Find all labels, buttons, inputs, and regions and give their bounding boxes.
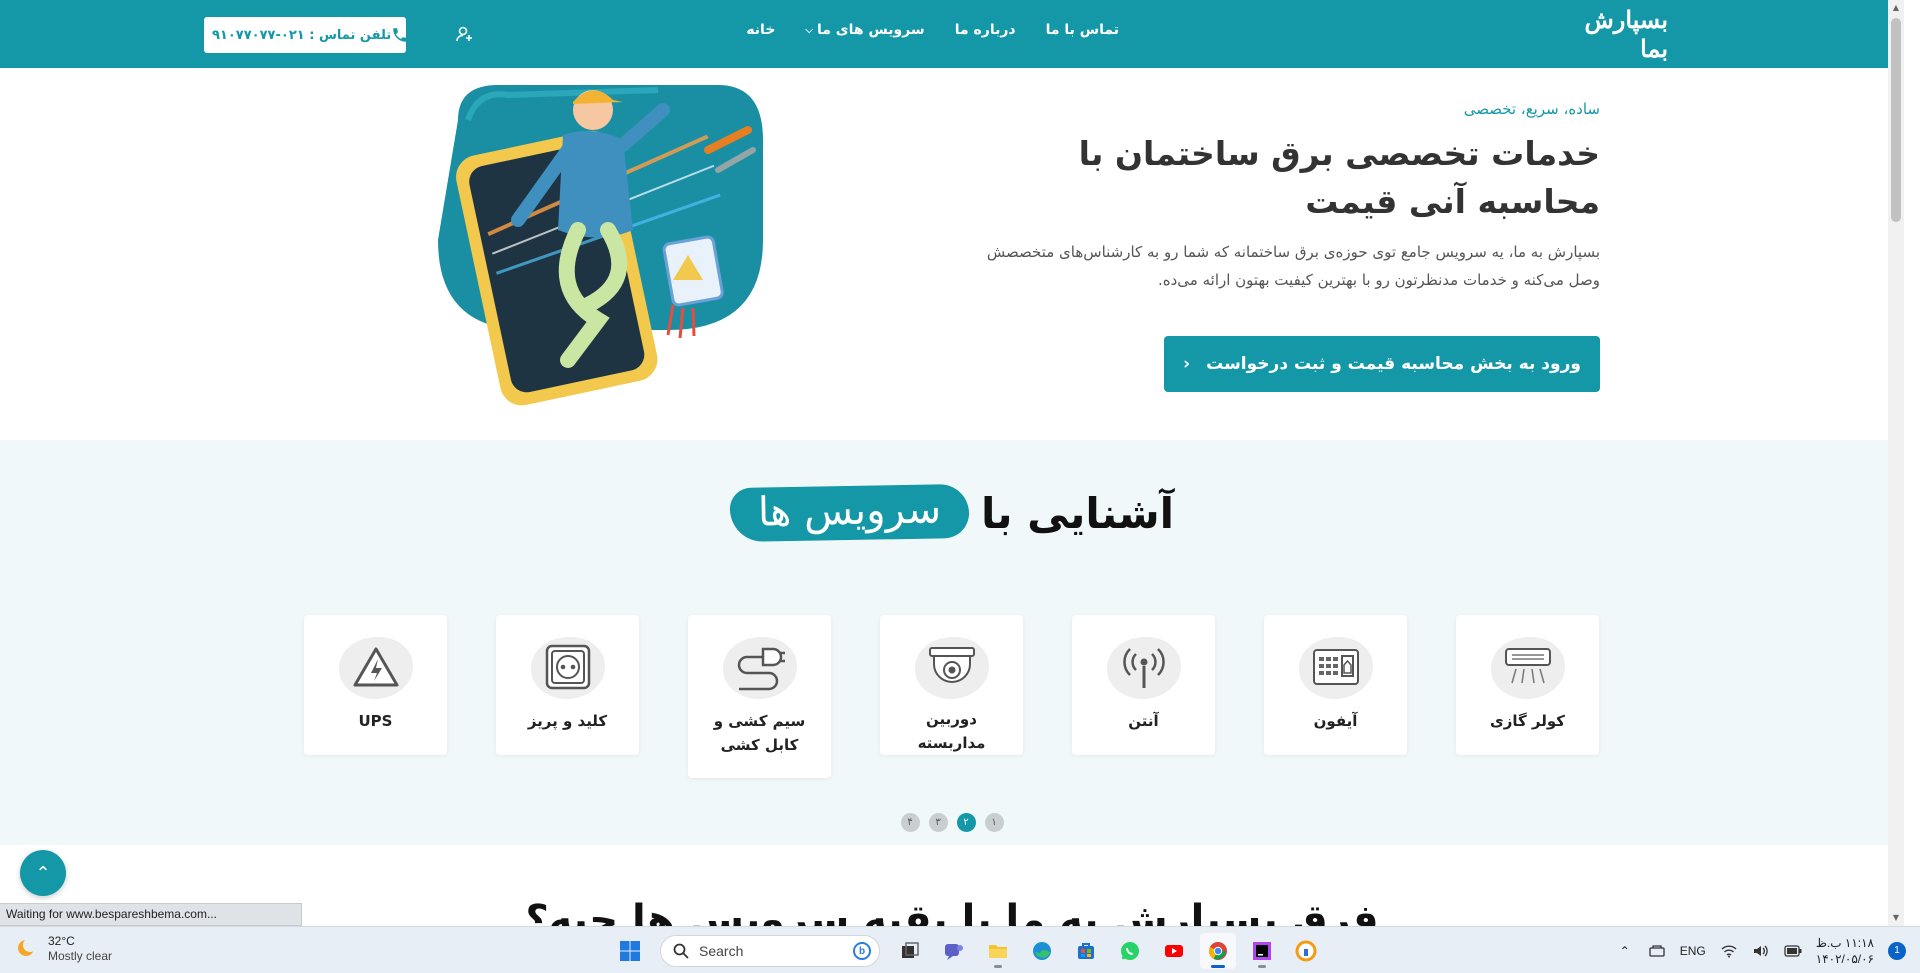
system-tray: ⌃ ENG ۱۱:۱۸ ب.ظ ۱۴۰۲/۰۵/۰۶ 1 <box>1616 927 1906 973</box>
hero-description: بسپارش به ما، یه سرویس جامع توی حوزه‌ی ب… <box>986 243 1600 289</box>
cta-label: ورود به بخش محاسبه قیمت و ثبت درخواست <box>1206 354 1581 374</box>
browser-status-bar: Waiting for www.bespareshbema.com... <box>0 903 302 926</box>
file-explorer-icon[interactable] <box>980 933 1016 969</box>
service-card[interactable]: UPS <box>304 615 447 755</box>
nav-contact[interactable]: تماس با ما <box>1046 22 1119 38</box>
windows-start-icon[interactable] <box>612 933 648 969</box>
search-placeholder: Search <box>699 943 744 959</box>
scroll-up-icon[interactable]: ▲ <box>1888 0 1904 16</box>
back-to-top-button[interactable]: ⌃ <box>20 850 66 896</box>
scroll-thumb[interactable] <box>1891 18 1901 222</box>
hero-illustration <box>418 80 808 410</box>
taskbar-clock[interactable]: ۱۱:۱۸ ب.ظ ۱۴۰۲/۰۵/۰۶ <box>1816 935 1874 967</box>
nav-contact-label: تماس با ما <box>1045 22 1119 38</box>
service-label: آنتن <box>1128 712 1159 730</box>
chevron-left-icon: ‹ <box>1183 354 1191 374</box>
services-heading-plain: آشنایی با <box>981 488 1175 538</box>
moon-cloud-icon <box>18 938 37 956</box>
services-heading: آشنایی با سرویس ها <box>0 483 1904 543</box>
bing-icon: b <box>853 942 871 960</box>
service-card[interactable]: کولر گازی <box>1456 615 1599 755</box>
volume-icon[interactable] <box>1752 942 1770 960</box>
nav-services-label: سرویس های ما <box>817 22 925 38</box>
clock-date: ۱۴۰۲/۰۵/۰۶ <box>1815 951 1874 966</box>
service-label: سیم کشی و کابل کشی <box>713 712 806 754</box>
pagination-dot[interactable]: ۱ <box>984 813 1004 832</box>
vpn-icon[interactable] <box>1288 933 1324 969</box>
services-section: آشنایی با سرویس ها ▶ ◀ کولر گازی آیفون <box>0 440 1904 845</box>
clock-time: ۱۱:۱۸ ب.ظ <box>1815 935 1874 950</box>
hero-tagline: ساده، سریع، تخصصی <box>1463 100 1600 118</box>
service-card[interactable]: کلید و پریز <box>496 615 639 755</box>
task-view-icon[interactable] <box>892 933 928 969</box>
youtube-icon[interactable] <box>1156 933 1192 969</box>
pagination-dot[interactable]: ۴ <box>900 813 920 832</box>
chevron-up-icon: ⌃ <box>35 862 51 884</box>
store-icon[interactable] <box>1068 933 1104 969</box>
service-label: دوربین مداربسته <box>917 710 986 752</box>
nav-about-label: درباره ما <box>954 22 1016 38</box>
taskbar-search[interactable]: Search b <box>660 935 880 967</box>
chevron-up-icon[interactable]: ⌃ <box>1616 942 1634 960</box>
contact-phone-button[interactable]: تلفن تماس : ۰۲۱-۹۱۰۷۷۰۷۷ <box>204 17 409 53</box>
service-card[interactable]: آنتن <box>1072 615 1215 755</box>
service-label: کولر گازی <box>1489 712 1566 730</box>
service-card[interactable]: آیفون <box>1264 615 1407 755</box>
price-calculator-button[interactable]: ورود به بخش محاسبه قیمت و ثبت درخواست ‹ <box>1164 336 1600 392</box>
phone-label: تلفن تماس : ۰۲۱-۹۱۰۷۷۰۷۷ <box>212 27 392 43</box>
phone-icon <box>391 26 409 44</box>
taskbar-apps: Search b <box>612 933 1324 969</box>
chevron-down-icon: ⌵ <box>805 24 813 36</box>
page-scrollbar[interactable]: ▲ ▼ <box>1888 0 1904 926</box>
cable-plug-icon <box>723 635 797 699</box>
chrome-icon[interactable] <box>1200 933 1236 969</box>
search-icon <box>673 943 689 959</box>
notification-badge[interactable]: 1 <box>1888 941 1906 960</box>
teams-icon[interactable] <box>936 933 972 969</box>
cctv-camera-icon <box>915 635 989 697</box>
hero-title: خدمات تخصصی برق ساختمان با محاسبه آنی قی… <box>1078 134 1600 221</box>
service-label: آیفون <box>1313 712 1358 730</box>
edge-icon[interactable] <box>1024 933 1060 969</box>
pagination-dot[interactable]: ۳ <box>928 813 948 832</box>
service-label: UPS <box>358 712 393 730</box>
services-carousel: کولر گازی آیفون آنتن دوربین مداربسته سیم… <box>303 615 1599 778</box>
site-header: بسپارش بما خانه سرویس های ما ⌵ درباره ما … <box>0 0 1904 68</box>
user-plus-icon[interactable] <box>455 24 475 44</box>
main-nav: خانه سرویس های ما ⌵ درباره ما تماس با ما <box>746 22 1119 38</box>
service-card[interactable]: دوربین مداربسته <box>880 615 1023 755</box>
nav-services[interactable]: سرویس های ما ⌵ <box>805 22 924 38</box>
weather-temperature: 32°C <box>48 934 75 948</box>
weather-widget[interactable]: 32°C Mostly clear <box>14 934 112 964</box>
hero-section: ساده، سریع، تخصصی خدمات تخصصی برق ساختما… <box>0 68 1904 440</box>
site-logo[interactable]: بسپارش بما <box>1558 5 1669 63</box>
carousel-pagination: ۱ ۲ ۳ ۴ <box>0 813 1904 832</box>
whatsapp-icon[interactable] <box>1112 933 1148 969</box>
service-label: کلید و پریز <box>527 712 608 730</box>
phpstorm-icon[interactable] <box>1244 933 1280 969</box>
wifi-icon[interactable] <box>1720 942 1738 960</box>
language-indicator[interactable]: ENG <box>1680 944 1706 958</box>
browser-viewport: بسپارش بما خانه سرویس های ما ⌵ درباره ما … <box>0 0 1904 926</box>
windows-taskbar: 32°C Mostly clear Search b ⌃ ENG ۱۱:۱۸ ب <box>0 926 1920 973</box>
logo-text: بسپارش بما <box>1584 5 1669 63</box>
nav-home[interactable]: خانه <box>746 22 775 38</box>
scroll-down-icon[interactable]: ▼ <box>1888 910 1904 926</box>
pagination-dot-active[interactable]: ۲ <box>956 813 976 832</box>
weather-condition: Mostly clear <box>48 949 113 963</box>
network-sync-icon[interactable] <box>1648 942 1666 960</box>
services-heading-highlight: سرویس ها <box>729 483 970 543</box>
battery-icon[interactable] <box>1784 942 1802 960</box>
service-card[interactable]: سیم کشی و کابل کشی <box>688 615 831 778</box>
nav-about[interactable]: درباره ما <box>955 22 1016 38</box>
nav-home-label: خانه <box>746 22 776 38</box>
